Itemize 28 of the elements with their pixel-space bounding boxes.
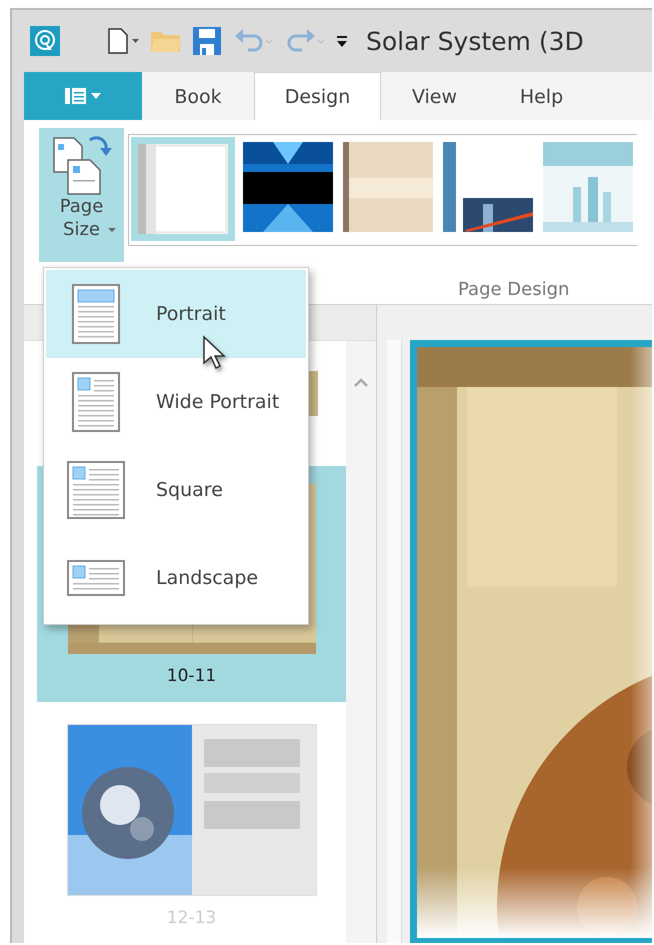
ribbon-tab[interactable]: Book: [142, 72, 254, 120]
page-layout-icon: [72, 284, 120, 344]
menu-icon[interactable]: [63, 86, 103, 106]
page-layout-icon: [72, 372, 120, 432]
customize-toolbar-icon[interactable]: [336, 33, 348, 49]
page-layout-icon: [67, 560, 125, 596]
scrollbar[interactable]: [346, 341, 376, 943]
file-menu-button[interactable]: [24, 72, 142, 120]
ribbon-tab[interactable]: Help: [488, 72, 595, 120]
menu-item[interactable]: Landscape: [46, 534, 306, 622]
ribbon-tab[interactable]: Design: [254, 72, 381, 120]
group-label: Page Design: [458, 279, 570, 300]
design-thumbnail[interactable]: [131, 137, 235, 241]
menu-item[interactable]: Portrait: [46, 270, 306, 358]
menu-item[interactable]: Wide Portrait: [46, 358, 306, 446]
caret-icon[interactable]: [106, 227, 116, 233]
page-size-button[interactable]: Page Size: [39, 128, 124, 262]
window-title: Solar System (3D: [366, 26, 584, 56]
save-icon[interactable]: [192, 26, 222, 56]
new-document-icon[interactable]: [106, 27, 140, 55]
menu-item[interactable]: Square: [46, 446, 306, 534]
mouse-pointer-icon: [202, 335, 226, 371]
page-number: 10-11: [166, 666, 216, 686]
ribbon-tab[interactable]: View: [381, 72, 488, 120]
page-size-icon[interactable]: [52, 134, 112, 196]
app-icon[interactable]: [30, 26, 60, 56]
page-layout-icon: [67, 461, 125, 519]
scroll-up-icon[interactable]: [353, 377, 369, 387]
